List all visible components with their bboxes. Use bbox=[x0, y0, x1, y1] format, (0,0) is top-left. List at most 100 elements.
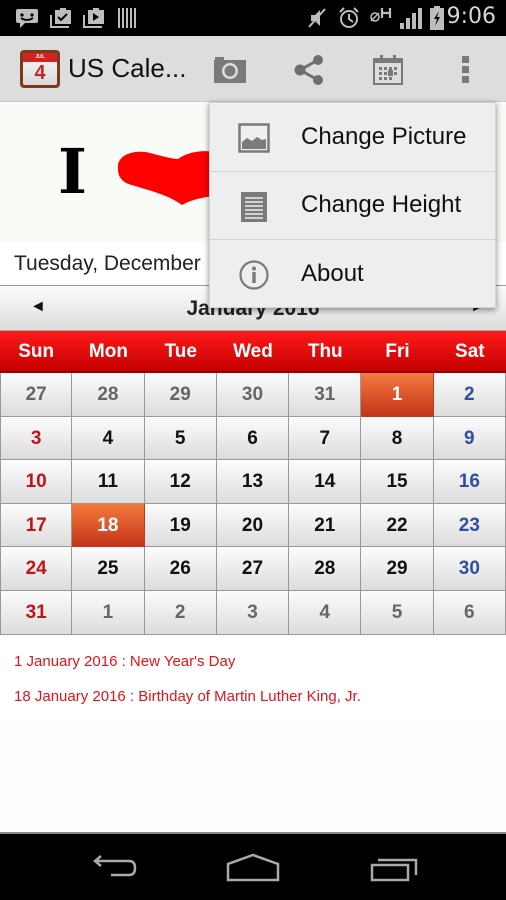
camera-icon bbox=[214, 57, 246, 83]
day-cell[interactable]: 20 bbox=[216, 503, 290, 548]
menu-label: Change Height bbox=[301, 191, 462, 219]
day-cell[interactable]: 8 bbox=[361, 416, 434, 461]
menu-item-about[interactable]: About bbox=[210, 240, 495, 309]
day-cell[interactable]: 29 bbox=[361, 547, 434, 591]
holiday-item[interactable]: 18 January 2016 : Birthday of Martin Lut… bbox=[14, 687, 361, 722]
day-cell[interactable]: 5 bbox=[361, 590, 434, 635]
weekday-sat: Sat bbox=[455, 341, 485, 362]
app-icon-month: JUL bbox=[23, 53, 57, 62]
info-icon bbox=[238, 259, 270, 291]
day-cell[interactable]: 5 bbox=[144, 416, 217, 461]
calendar-grid: 27 28 29 30 31 1 2 3 4 5 6 7 8 9 10 11 12 13 14 15 16 17 18 19 2… bbox=[0, 373, 506, 635]
menu-label: About bbox=[301, 260, 364, 288]
day-cell[interactable]: 1 bbox=[361, 373, 434, 417]
menu-item-change-height[interactable]: Change Height bbox=[210, 172, 495, 241]
day-cell[interactable]: 12 bbox=[144, 460, 217, 504]
day-cell[interactable]: 22 bbox=[361, 503, 434, 548]
day-cell[interactable]: 6 bbox=[433, 590, 506, 635]
share-button[interactable] bbox=[287, 48, 331, 92]
barcode-icon bbox=[116, 6, 138, 30]
menu-label: Change Picture bbox=[301, 122, 467, 150]
media-play-icon bbox=[81, 6, 107, 30]
day-cell[interactable]: 31 bbox=[0, 590, 73, 635]
day-cell[interactable]: 1 bbox=[72, 590, 145, 635]
cell-signal-icon bbox=[398, 6, 424, 30]
day-cell[interactable]: 14 bbox=[289, 460, 362, 504]
day-cell[interactable]: 24 bbox=[0, 547, 73, 591]
day-cell[interactable]: 11 bbox=[72, 460, 145, 504]
action-bar: JUL 4 US Cale... bbox=[0, 36, 506, 102]
day-cell[interactable]: 21 bbox=[289, 503, 362, 548]
home-icon bbox=[226, 853, 280, 882]
banner-letter-i: I bbox=[58, 135, 88, 208]
screen: 9:06 JUL 4 US Cale... I Tuesday, Decembe bbox=[0, 0, 506, 900]
calendar-view-button[interactable] bbox=[366, 48, 410, 92]
back-icon bbox=[93, 855, 137, 877]
recents-icon bbox=[370, 858, 418, 882]
day-cell[interactable]: 27 bbox=[216, 547, 290, 591]
mute-icon bbox=[306, 6, 328, 30]
camera-button[interactable] bbox=[208, 48, 252, 92]
alarm-icon bbox=[336, 6, 362, 30]
overflow-menu-button[interactable] bbox=[444, 48, 488, 92]
day-cell[interactable]: 31 bbox=[289, 373, 362, 417]
day-cell[interactable]: 10 bbox=[0, 460, 73, 504]
day-cell[interactable]: 23 bbox=[433, 503, 506, 548]
day-cell[interactable]: 15 bbox=[361, 460, 434, 504]
share-icon bbox=[294, 55, 323, 85]
holiday-list: 1 January 2016 : New Year's Day 18 Janua… bbox=[14, 652, 361, 722]
day-cell[interactable]: 28 bbox=[72, 373, 145, 417]
app-icon-day: 4 bbox=[34, 62, 46, 84]
day-cell[interactable]: 4 bbox=[289, 590, 362, 635]
messaging-icon bbox=[14, 6, 40, 30]
day-cell[interactable]: 19 bbox=[144, 503, 217, 548]
h-signal-icon bbox=[368, 3, 394, 27]
day-cell[interactable]: 30 bbox=[216, 373, 290, 417]
day-cell[interactable]: 13 bbox=[216, 460, 290, 504]
day-cell[interactable]: 6 bbox=[216, 416, 290, 461]
weekday-mon: Mon bbox=[88, 341, 128, 362]
calendar: ◄ January 2016 ► Sun Mon Tue Wed Thu Fri… bbox=[0, 285, 506, 635]
ad-area bbox=[0, 722, 506, 832]
day-cell[interactable]: 30 bbox=[433, 547, 506, 591]
navigation-bar bbox=[0, 832, 506, 900]
day-cell[interactable]: 2 bbox=[433, 373, 506, 417]
day-cell[interactable]: 4 bbox=[72, 416, 145, 461]
task-check-icon bbox=[48, 6, 74, 30]
menu-item-change-picture[interactable]: Change Picture bbox=[210, 103, 495, 172]
weekday-header: Sun Mon Tue Wed Thu Fri Sat bbox=[0, 331, 506, 373]
day-cell[interactable]: 27 bbox=[0, 373, 73, 417]
calendar-icon bbox=[373, 55, 403, 85]
status-clock: 9:06 bbox=[446, 4, 496, 29]
day-cell[interactable]: 3 bbox=[0, 416, 73, 461]
recents-button[interactable] bbox=[365, 848, 425, 888]
weekday-tue: Tue bbox=[164, 341, 197, 362]
home-button[interactable] bbox=[223, 848, 283, 888]
day-cell[interactable]: 26 bbox=[144, 547, 217, 591]
day-cell[interactable]: 25 bbox=[72, 547, 145, 591]
day-cell[interactable]: 17 bbox=[0, 503, 73, 548]
day-cell[interactable]: 3 bbox=[216, 590, 290, 635]
day-cell[interactable]: 2 bbox=[144, 590, 217, 635]
battery-charging-icon bbox=[428, 6, 446, 30]
picture-icon bbox=[238, 122, 270, 154]
day-cell[interactable]: 18 bbox=[72, 503, 145, 548]
app-calendar-icon[interactable]: JUL 4 bbox=[20, 50, 60, 88]
overflow-menu: Change Picture Change Height About bbox=[209, 102, 496, 308]
weekday-thu: Thu bbox=[307, 341, 343, 362]
day-cell[interactable]: 16 bbox=[433, 460, 506, 504]
holiday-item[interactable]: 1 January 2016 : New Year's Day bbox=[14, 652, 361, 687]
overflow-menu-icon bbox=[462, 56, 469, 83]
weekday-fri: Fri bbox=[385, 341, 410, 362]
height-list-icon bbox=[238, 191, 270, 223]
weekday-wed: Wed bbox=[233, 341, 273, 362]
day-cell[interactable]: 7 bbox=[289, 416, 362, 461]
day-cell[interactable]: 29 bbox=[144, 373, 217, 417]
day-cell[interactable]: 9 bbox=[433, 416, 506, 461]
weekday-sun: Sun bbox=[18, 341, 55, 362]
app-title: US Cale... bbox=[68, 53, 187, 83]
back-button[interactable] bbox=[82, 848, 142, 888]
status-bar: 9:06 bbox=[0, 0, 506, 36]
day-cell[interactable]: 28 bbox=[289, 547, 362, 591]
current-date: Tuesday, December bbox=[14, 252, 201, 275]
